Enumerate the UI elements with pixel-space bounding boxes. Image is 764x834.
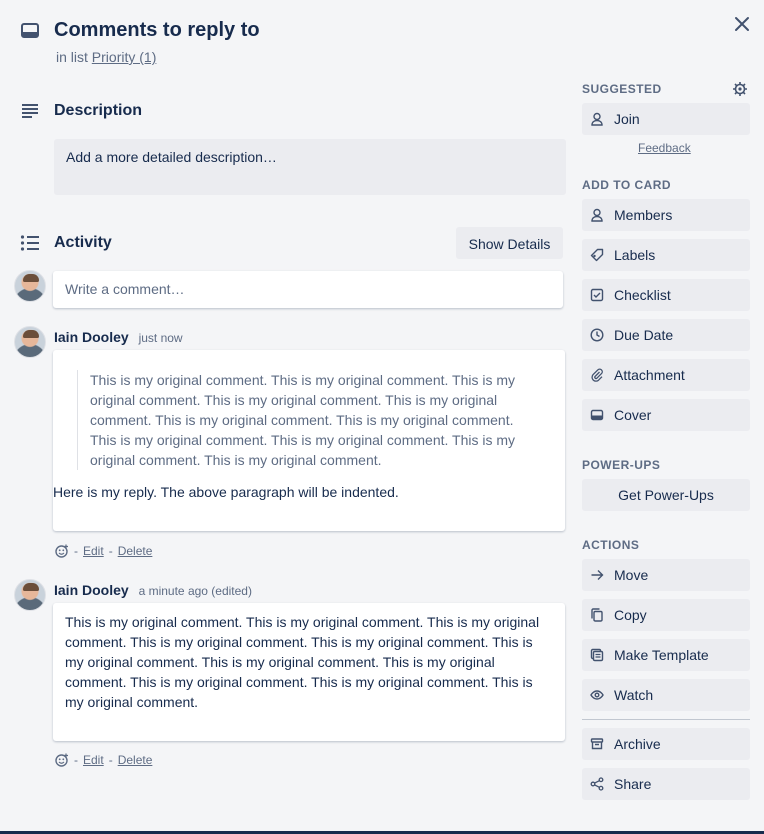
copy-button[interactable]: Copy [582, 599, 750, 631]
person-icon [590, 112, 604, 126]
in-list-prefix: in list [56, 49, 88, 65]
comment-time[interactable]: just now [139, 331, 183, 345]
eye-icon [590, 688, 604, 702]
actions-heading: ACTIONS [582, 538, 640, 552]
due-date-label: Due Date [614, 327, 674, 343]
delete-link[interactable]: Delete [118, 753, 153, 767]
template-icon [590, 648, 604, 662]
add-to-card-heading: ADD TO CARD [582, 178, 672, 192]
share-icon [590, 777, 604, 791]
paperclip-icon [590, 368, 604, 382]
members-label: Members [614, 207, 673, 223]
join-button[interactable]: Join [582, 103, 750, 135]
suggested-heading: SUGGESTED [582, 82, 662, 96]
due-date-button[interactable]: Due Date [582, 319, 750, 351]
labels-label: Labels [614, 247, 656, 263]
comment-input[interactable]: Write a comment… [53, 271, 563, 308]
archive-icon [590, 737, 604, 751]
cover-icon [590, 408, 604, 422]
arrow-right-icon [590, 568, 604, 582]
get-power-ups-button[interactable]: Get Power-Ups [582, 479, 750, 511]
clock-icon [590, 328, 604, 342]
add-reaction-icon[interactable] [55, 544, 69, 558]
separator: - [74, 544, 78, 558]
move-button[interactable]: Move [582, 559, 750, 591]
description-heading: Description [54, 102, 143, 119]
copy-label: Copy [614, 607, 647, 623]
activity-heading: Activity [54, 234, 112, 251]
checklist-button[interactable]: Checklist [582, 279, 750, 311]
description-lines-icon [20, 102, 40, 120]
list-link[interactable]: Priority (1) [92, 49, 157, 65]
comment-time[interactable]: a minute ago (edited) [139, 584, 252, 598]
power-ups-heading: POWER-UPS [582, 458, 661, 472]
comment-text: This is my original comment. This is my … [65, 614, 540, 710]
avatar [14, 579, 46, 611]
archive-button[interactable]: Archive [582, 728, 750, 760]
comment-header: Iain Dooley just now [54, 329, 183, 345]
edit-link[interactable]: Edit [83, 753, 104, 767]
comment-actions: - Edit - Delete [55, 753, 152, 767]
comment-quote: This is my original comment. This is my … [77, 370, 553, 470]
label-tag-icon [590, 248, 604, 262]
card-title: Comments to reply to [54, 19, 260, 41]
feedback-link[interactable]: Feedback [638, 141, 691, 155]
comment-author[interactable]: Iain Dooley [54, 329, 129, 345]
archive-label: Archive [614, 736, 661, 752]
move-label: Move [614, 567, 649, 583]
share-button[interactable]: Share [582, 768, 750, 800]
attachment-label: Attachment [614, 367, 685, 383]
sidebar-divider [582, 719, 750, 720]
watch-button[interactable]: Watch [582, 679, 750, 711]
cover-button[interactable]: Cover [582, 399, 750, 431]
comment-author[interactable]: Iain Dooley [54, 582, 129, 598]
activity-list-icon [20, 234, 40, 252]
close-icon[interactable] [733, 15, 751, 33]
members-button[interactable]: Members [582, 199, 750, 231]
person-icon [590, 208, 604, 222]
checklist-label: Checklist [614, 287, 671, 303]
comment-actions: - Edit - Delete [55, 544, 152, 558]
edit-link[interactable]: Edit [83, 544, 104, 558]
cover-label: Cover [614, 407, 652, 423]
separator: - [74, 753, 78, 767]
separator: - [108, 753, 113, 767]
delete-link[interactable]: Delete [118, 544, 153, 558]
show-details-button[interactable]: Show Details [456, 227, 563, 259]
avatar [14, 270, 46, 302]
make-template-label: Make Template [614, 647, 709, 663]
labels-button[interactable]: Labels [582, 239, 750, 271]
watch-label: Watch [614, 687, 654, 703]
copy-icon [590, 608, 604, 622]
comment-body: This is my original comment. This is my … [53, 350, 565, 531]
make-template-button[interactable]: Make Template [582, 639, 750, 671]
checkbox-icon [590, 288, 604, 302]
attachment-button[interactable]: Attachment [582, 359, 750, 391]
comment-header: Iain Dooley a minute ago (edited) [54, 582, 252, 598]
avatar [14, 326, 46, 358]
separator: - [108, 544, 113, 558]
add-reaction-icon[interactable] [55, 753, 69, 767]
card-icon [20, 22, 40, 40]
comment-text: Here is my reply. The above paragraph wi… [53, 484, 399, 500]
description-field[interactable]: Add a more detailed description… [54, 139, 566, 195]
join-label: Join [614, 111, 640, 127]
share-label: Share [614, 776, 652, 792]
card-list-info: in list Priority (1) [56, 49, 156, 65]
gear-icon[interactable] [732, 81, 748, 97]
comment-body: This is my original comment. This is my … [53, 603, 565, 741]
